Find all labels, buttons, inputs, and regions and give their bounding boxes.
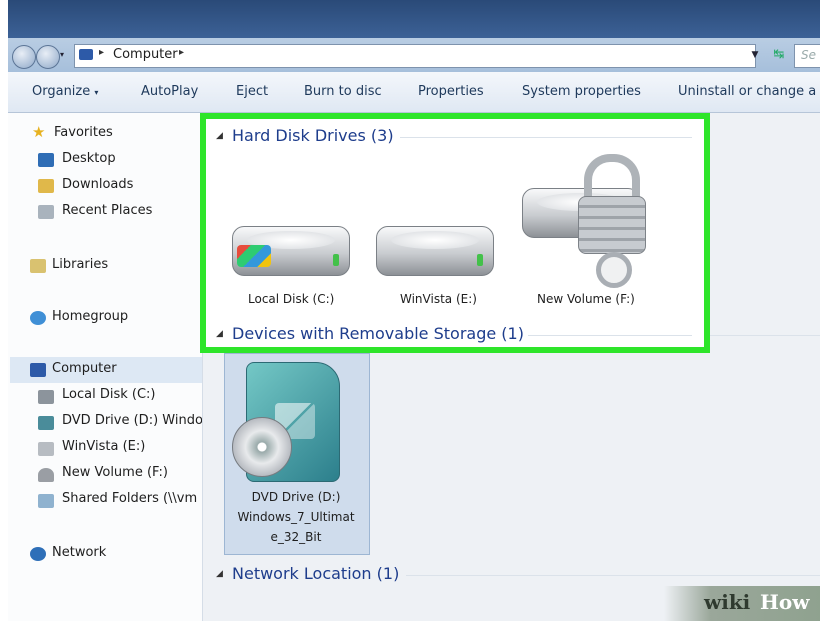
address-dropdown-icon[interactable]: ▼ (746, 44, 764, 66)
dvd-label-line3: e_32_Bit (270, 530, 322, 544)
organize-button[interactable]: Organize ▾ (32, 84, 98, 99)
nav-computer[interactable]: Computer (52, 361, 117, 376)
nav-favorites[interactable]: Favorites (54, 125, 113, 140)
collapse-network-location-icon[interactable]: ◢ (216, 569, 223, 579)
nav-network[interactable]: Network (52, 545, 106, 560)
shared-folder-icon (38, 494, 54, 508)
watermark-how: How (760, 590, 810, 614)
address-input[interactable]: ▸ Computer ▸ (74, 44, 756, 68)
star-icon: ★ (32, 123, 46, 141)
desktop-icon (38, 153, 54, 167)
homegroup-icon (30, 311, 46, 325)
recent-places-icon (38, 205, 54, 219)
search-input[interactable]: Se (794, 44, 820, 68)
nav-homegroup[interactable]: Homegroup (52, 309, 128, 324)
collapse-hard-disks-icon[interactable]: ◢ (216, 131, 223, 141)
drive-e-label[interactable]: WinVista (E:) (400, 292, 477, 306)
nav-desktop[interactable]: Desktop (62, 151, 116, 166)
forward-button[interactable] (36, 45, 60, 69)
eject-button[interactable]: Eject (236, 84, 268, 99)
winvista-e-icon[interactable] (376, 226, 494, 276)
nav-downloads[interactable]: Downloads (62, 177, 133, 192)
search-placeholder: Se (801, 48, 816, 62)
nav-local-disk[interactable]: Local Disk (C:) (62, 387, 155, 402)
dvd-drive-icon (38, 416, 54, 430)
organize-dropdown-icon: ▾ (94, 88, 99, 97)
padlock-body-icon (578, 196, 646, 254)
refresh-icon[interactable]: ↹ (766, 44, 792, 66)
winvista-drive-icon (38, 442, 54, 456)
nav-new-volume[interactable]: New Volume (F:) (62, 465, 168, 480)
computer-icon (30, 363, 46, 377)
nav-recent-places[interactable]: Recent Places (62, 203, 152, 218)
group-divider (528, 335, 692, 336)
nav-libraries[interactable]: Libraries (52, 257, 108, 272)
downloads-icon (38, 179, 54, 193)
nav-dvd-drive[interactable]: DVD Drive (D:) Windo (62, 413, 202, 428)
nav-shared-folders[interactable]: Shared Folders (\\vm (62, 491, 202, 506)
group-divider (406, 575, 820, 576)
lock-icon (38, 468, 54, 482)
group-network-location[interactable]: Network Location (1) (232, 564, 399, 583)
key-ring-icon (596, 252, 632, 288)
properties-button[interactable]: Properties (418, 84, 484, 99)
local-disk-icon (38, 390, 54, 404)
group-divider-outside (710, 335, 820, 336)
dvd-label-line2: Windows_7_Ultimat (237, 510, 355, 524)
uninstall-button[interactable]: Uninstall or change a p (678, 84, 820, 99)
burn-to-disc-button[interactable]: Burn to disc (304, 84, 382, 99)
windows-logo-icon (237, 245, 271, 267)
group-divider (400, 137, 692, 138)
recent-pages-dropdown[interactable]: ▾ (60, 50, 64, 59)
drive-c-label[interactable]: Local Disk (C:) (248, 292, 334, 306)
navigation-pane: ★ Favorites Desktop Downloads Recent Pla… (8, 113, 203, 621)
system-properties-button[interactable]: System properties (522, 84, 641, 99)
breadcrumb-separator-icon: ▸ (99, 47, 105, 58)
computer-icon (79, 49, 93, 60)
libraries-icon (30, 259, 46, 273)
network-icon (30, 547, 46, 561)
wikihow-watermark: wiki How (664, 586, 820, 621)
group-hard-disk-drives[interactable]: Hard Disk Drives (3) (232, 126, 394, 145)
group-removable-storage[interactable]: Devices with Removable Storage (1) (232, 324, 524, 343)
nav-winvista[interactable]: WinVista (E:) (62, 439, 145, 454)
dvd-disc-icon (232, 417, 292, 477)
title-bar (8, 0, 820, 38)
breadcrumb-chevron-icon[interactable]: ▸ (179, 47, 184, 58)
collapse-removable-icon[interactable]: ◢ (216, 329, 223, 339)
drive-f-label[interactable]: New Volume (F:) (537, 292, 635, 306)
local-disk-c-icon[interactable] (232, 226, 350, 276)
autoplay-button[interactable]: AutoPlay (141, 84, 198, 99)
watermark-wiki: wiki (704, 590, 751, 614)
dvd-label-line1: DVD Drive (D:) (251, 490, 341, 504)
back-button[interactable] (12, 45, 36, 69)
breadcrumb-computer[interactable]: Computer (113, 47, 178, 62)
